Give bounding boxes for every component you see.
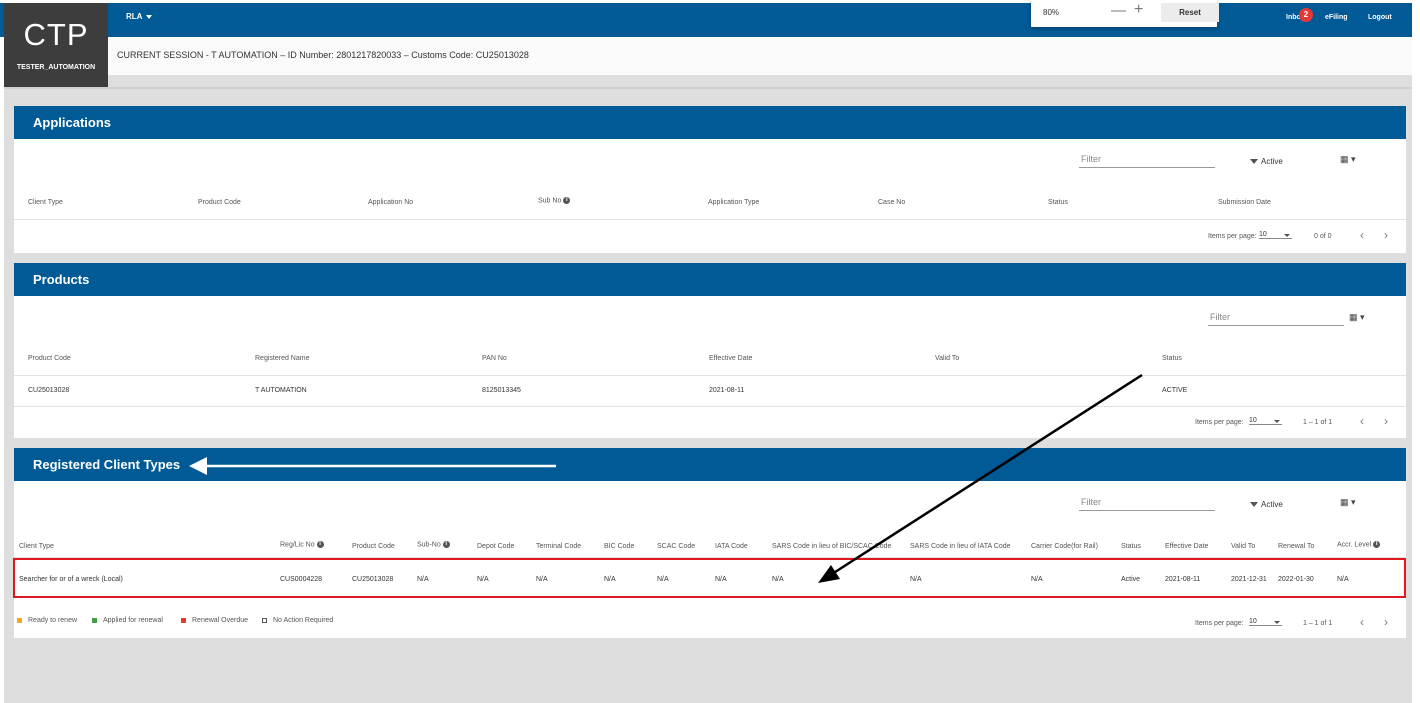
annotation-arrows [189, 373, 1143, 583]
white-arrow-head [189, 457, 207, 475]
black-arrow-line [831, 373, 1143, 576]
black-arrow-head [818, 565, 840, 583]
